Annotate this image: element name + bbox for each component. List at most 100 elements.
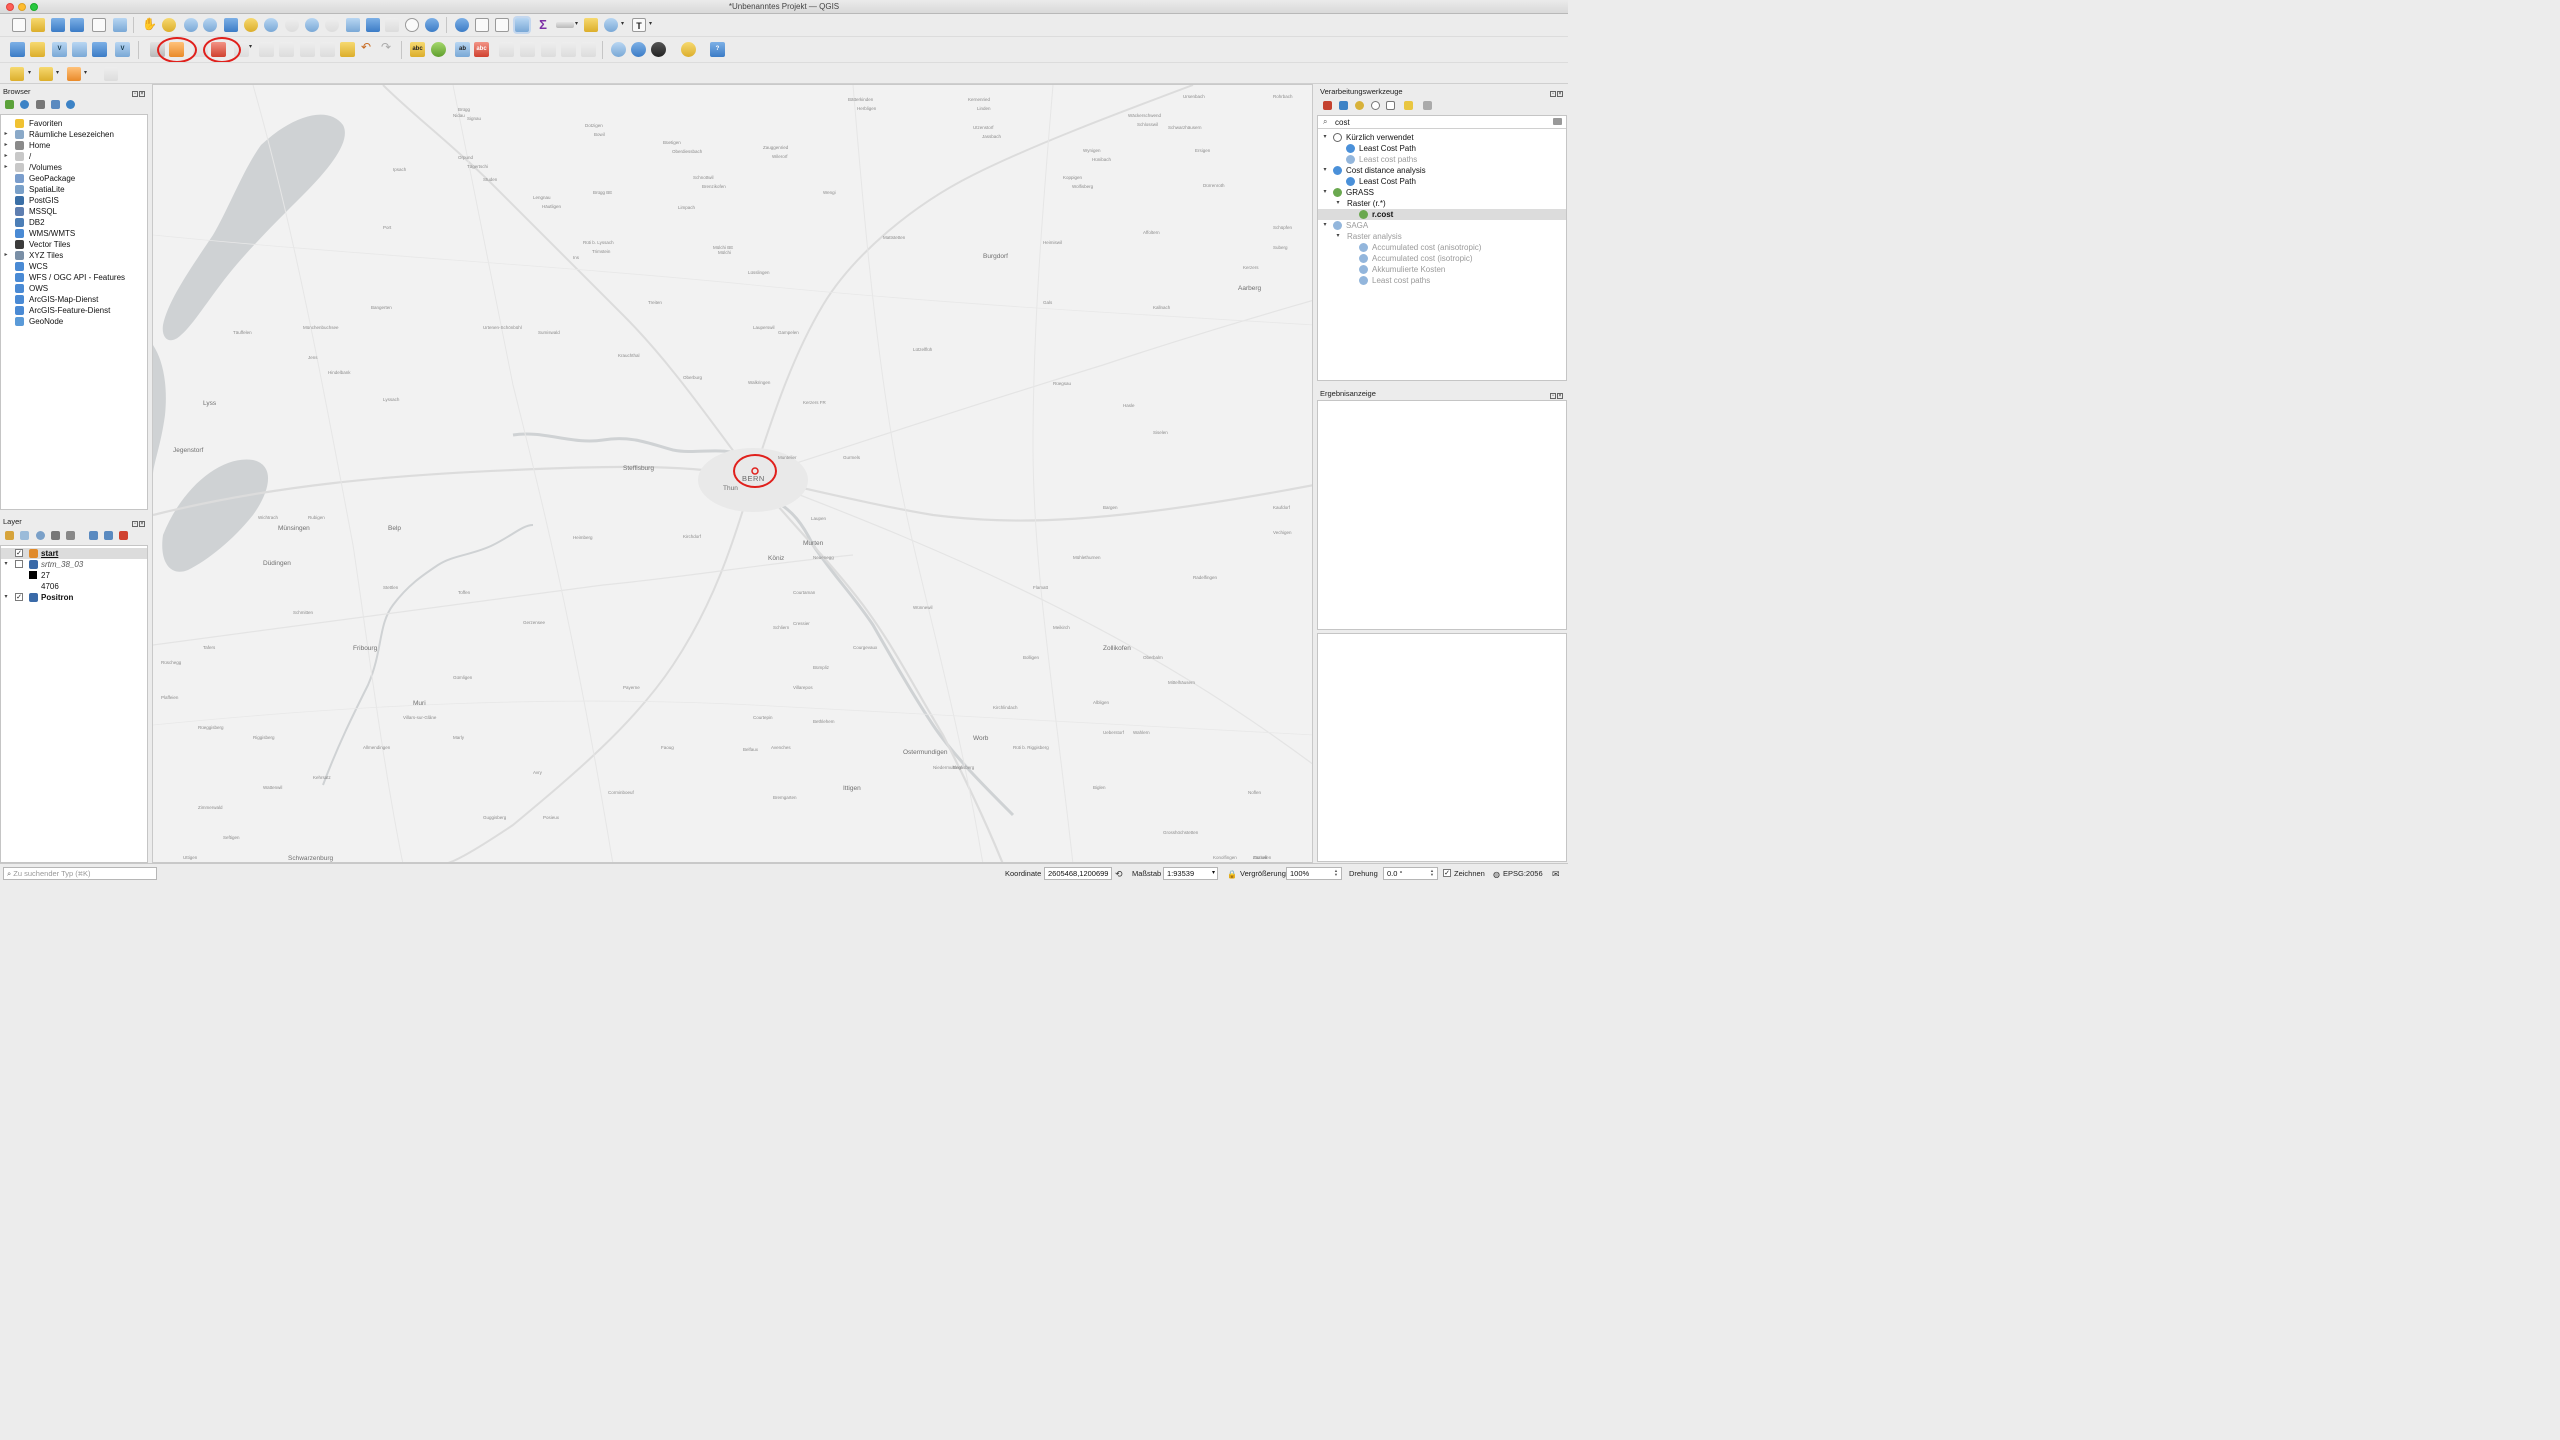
browser-dock-buttons[interactable]: ▫ × xyxy=(131,88,147,97)
globe-icon[interactable] xyxy=(631,42,646,57)
refresh-icon[interactable] xyxy=(425,18,439,32)
browser-item[interactable]: ▸ /Volumes xyxy=(1,162,147,173)
messages-icon[interactable]: ✉ xyxy=(1552,867,1560,881)
scripts-icon[interactable] xyxy=(1339,101,1348,110)
browser-item[interactable]: GeoNode xyxy=(1,316,147,327)
refresh-icon[interactable] xyxy=(20,100,29,109)
python-console-icon[interactable] xyxy=(681,42,696,57)
data-source-manager-icon[interactable] xyxy=(10,42,25,57)
deselect-icon[interactable] xyxy=(67,67,81,81)
python-scripts-icon[interactable] xyxy=(1355,101,1364,110)
magnifier-spinbox[interactable]: 100% ▲ ▼ xyxy=(1286,867,1342,880)
browser-item[interactable]: OWS xyxy=(1,283,147,294)
highlight-pinned-icon[interactable] xyxy=(499,42,514,57)
add-feature-icon[interactable] xyxy=(234,42,249,57)
label-toolbar-icon[interactable]: abc xyxy=(410,42,425,57)
save-as-icon[interactable] xyxy=(70,18,84,32)
expand-arrow-icon[interactable]: ▾ xyxy=(1322,165,1328,176)
browser-item[interactable]: ▸ / xyxy=(1,151,147,162)
toggle-editing-icon[interactable] xyxy=(169,42,184,57)
map-canvas[interactable]: Brügg Dotzigen Büetigen Schnottwil Bätterkin… xyxy=(152,84,1313,863)
scale-combobox[interactable]: 1:93539 ▾ xyxy=(1163,867,1218,880)
browser-item[interactable]: WFS / OGC API - Features xyxy=(1,272,147,283)
expand-arrow-icon[interactable]: ▾ xyxy=(1322,220,1328,231)
processing-tree-item[interactable]: ▾ GRASS xyxy=(1318,187,1566,198)
select-dropdown-icon[interactable]: ▾ xyxy=(28,66,31,80)
crs-button[interactable]: EPSG:2056 xyxy=(1503,869,1543,878)
layers-dock-buttons[interactable]: ▫ × xyxy=(131,518,147,527)
browser-item[interactable]: ArcGIS-Feature-Dienst xyxy=(1,305,147,316)
browser-item[interactable]: ▸ Home xyxy=(1,140,147,151)
select-by-value-dropdown-icon[interactable]: ▾ xyxy=(56,66,59,80)
text-annotation-icon[interactable]: T xyxy=(632,18,646,32)
browser-item[interactable]: SpatiaLite xyxy=(1,184,147,195)
zoom-out-icon[interactable] xyxy=(203,18,217,32)
processing-toolbox-icon[interactable] xyxy=(515,18,529,32)
browser-item[interactable]: PostGIS xyxy=(1,195,147,206)
new-project-icon[interactable] xyxy=(12,18,26,32)
measure-dropdown-icon[interactable]: ▾ xyxy=(575,17,578,31)
browser-item[interactable]: ▸ Räumliche Lesezeichen xyxy=(1,129,147,140)
expand-arrow-icon[interactable]: ▾ xyxy=(1335,231,1341,242)
browser-item[interactable]: WCS xyxy=(1,261,147,272)
processing-tree-item[interactable]: Least Cost Path xyxy=(1318,176,1566,187)
open-project-icon[interactable] xyxy=(31,18,45,32)
processing-dock-buttons[interactable]: ▫ × xyxy=(1549,88,1565,97)
processing-tree-item[interactable]: Akkumulierte Kosten xyxy=(1318,264,1566,275)
redo-icon[interactable]: ↷ xyxy=(381,40,391,54)
zoom-native-icon[interactable] xyxy=(285,18,299,32)
expand-arrow-icon[interactable]: ▾ xyxy=(3,559,9,570)
help-icon[interactable]: ? xyxy=(710,42,725,57)
history-icon[interactable] xyxy=(1371,101,1380,110)
layer-item[interactable]: ✓ start xyxy=(1,548,147,559)
collapse-all-icon[interactable] xyxy=(104,531,113,540)
add-group-icon[interactable] xyxy=(20,531,29,540)
layer-visibility-checkbox[interactable]: ✓ xyxy=(15,549,23,557)
expand-arrow-icon[interactable]: ▾ xyxy=(3,592,9,603)
expand-arrow-icon[interactable]: ▸ xyxy=(3,162,9,173)
rotate-label-icon[interactable] xyxy=(541,42,556,57)
browser-item[interactable]: MSSQL xyxy=(1,206,147,217)
new-shapefile-layer-icon[interactable]: V xyxy=(52,42,67,57)
show-bookmarks-icon[interactable] xyxy=(366,18,380,32)
digitize-pencil-icon[interactable] xyxy=(150,42,165,57)
locator-icon[interactable] xyxy=(604,18,618,32)
add-feature-dropdown-icon[interactable]: ▾ xyxy=(249,40,252,54)
select-by-value-icon[interactable] xyxy=(39,67,53,81)
processing-tree-item[interactable]: ▾ Cost distance analysis xyxy=(1318,165,1566,176)
zoom-to-selection-icon[interactable] xyxy=(244,18,258,32)
annotation-dropdown-icon[interactable]: ▾ xyxy=(649,17,652,31)
processing-tree-item[interactable]: ▾ SAGA xyxy=(1318,220,1566,231)
identify-plugin-icon[interactable] xyxy=(611,42,626,57)
grass-tools-icon[interactable] xyxy=(651,42,666,57)
new-spatialite-layer-icon[interactable] xyxy=(72,42,87,57)
filter-by-expression-icon[interactable] xyxy=(66,531,75,540)
browser-item[interactable]: GeoPackage xyxy=(1,173,147,184)
browser-item[interactable]: ArcGIS-Map-Dienst xyxy=(1,294,147,305)
statistics-icon[interactable]: Σ xyxy=(536,18,550,32)
coordinate-field[interactable]: 2605468,1200699 xyxy=(1044,867,1112,880)
style-manager-icon[interactable] xyxy=(113,18,127,32)
layer-item[interactable]: ▾ srtm_38_03 xyxy=(1,559,147,570)
options-icon[interactable] xyxy=(1423,101,1432,110)
identify-icon[interactable] xyxy=(455,18,469,32)
expand-all-icon[interactable] xyxy=(89,531,98,540)
layer-visibility-checkbox[interactable] xyxy=(15,560,23,568)
save-project-icon[interactable] xyxy=(51,18,65,32)
pan-icon[interactable]: ✋ xyxy=(142,17,157,31)
processing-search-input[interactable]: ⌕ cost xyxy=(1318,116,1566,129)
diagram-icon[interactable]: abc xyxy=(474,42,489,57)
digitizing-tools-icon[interactable] xyxy=(211,42,226,57)
rotation-spinbox[interactable]: 0.0 ° ▲ ▼ xyxy=(1383,867,1438,880)
move-label-icon[interactable] xyxy=(520,42,535,57)
remove-layer-icon[interactable] xyxy=(119,531,128,540)
save-layer-edits-icon[interactable] xyxy=(193,42,208,57)
undo-icon[interactable]: ↶ xyxy=(361,40,371,54)
processing-tree-item[interactable]: r.cost xyxy=(1318,209,1566,220)
lock-icon[interactable]: 🔒 xyxy=(1227,868,1237,882)
zoom-in-icon[interactable] xyxy=(184,18,198,32)
label-show-hide-icon[interactable]: ab xyxy=(455,42,470,57)
new-geopackage-layer-icon[interactable] xyxy=(30,42,45,57)
cut-features-icon[interactable] xyxy=(300,42,315,57)
map-tips-icon[interactable] xyxy=(584,18,598,32)
